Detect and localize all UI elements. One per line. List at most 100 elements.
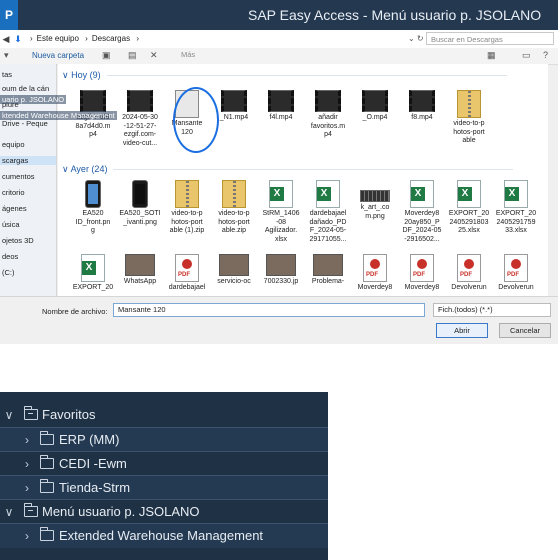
file-item[interactable]: video-to-p hotos-port able (1).zip [164, 180, 210, 236]
file-item[interactable]: video-to-p hotos-port able.zip [211, 180, 257, 236]
file-item[interactable]: f8.mp4 [399, 90, 445, 123]
file-item[interactable]: WhatsApp [117, 254, 163, 287]
group-header-today[interactable]: ∨ Hoy (9) [62, 70, 507, 81]
file-item[interactable]: k_art_.co m.png [352, 180, 398, 221]
tree-node-ewm[interactable]: › Extended Warehouse Management [0, 523, 328, 548]
tree-node-cedi[interactable]: › CEDI -Ewm [0, 451, 328, 476]
tree-node-erp[interactable]: › ERP (MM) [0, 427, 328, 452]
file-item[interactable]: Moverdey8 20ay850_P DF_2024-05 -2916502.… [399, 180, 445, 244]
file-item[interactable]: añadir favoritos.m p4 [305, 90, 351, 140]
file-name: 2024-05-30 -12-51-27- ezgif.com- video-c… [122, 114, 158, 147]
file-name: Devolverun [498, 284, 534, 291]
pdf-file-icon [457, 254, 481, 282]
file-name: EXPORT_20 [72, 284, 114, 291]
rename-icon[interactable]: ▤ [128, 50, 137, 61]
annotation-circle [173, 87, 219, 153]
file-item[interactable]: EA520 ID_front.pn g [70, 180, 116, 236]
file-item[interactable]: Devolverun [493, 254, 539, 293]
file-item[interactable]: Problema- [305, 254, 351, 287]
refresh-icon[interactable]: ⌄ ↻ [408, 30, 424, 48]
file-item[interactable]: StRM_1406 -08 Agilizador. xlsx [258, 180, 304, 244]
file-item[interactable]: dardebajael [164, 254, 210, 293]
video-file-icon [80, 90, 106, 112]
group-header-yesterday[interactable]: ∨ Ayer (24) [62, 164, 514, 175]
video-file-icon [362, 90, 388, 112]
organize-icon[interactable]: ▾ [4, 50, 9, 61]
file-item[interactable]: dardebajael dañado_PD F_2024-05- 2917105… [305, 180, 351, 244]
chevron-right-icon[interactable]: › [20, 476, 34, 500]
up-arrow-icon[interactable]: ⬇ [12, 34, 24, 45]
file-name: WhatsApp [123, 278, 157, 285]
sap-title-bar: P SAP Easy Access - Menú usuario p. JSOL… [0, 0, 558, 30]
file-name: video-to-p hotos-port able.zip [218, 210, 250, 234]
file-item[interactable]: EXPORT_20 [70, 254, 116, 293]
chevron-down-icon[interactable]: ∨ [2, 403, 16, 427]
nav-item[interactable]: ágenes [2, 204, 27, 213]
file-name: EA520_SOTI _ivanti.png [119, 210, 161, 226]
file-name: servicio-oc [217, 278, 251, 285]
file-name: Devolverun [451, 284, 487, 291]
new-folder-button[interactable]: Nueva carpeta [32, 51, 84, 60]
nav-item[interactable]: (C:) [2, 268, 15, 277]
file-item[interactable]: Devolverun [446, 254, 492, 293]
help-icon[interactable]: ? [543, 50, 548, 60]
file-item[interactable]: EXPORT_20 2405291803 25.xlsx [446, 180, 492, 236]
nav-item[interactable]: critorio [2, 188, 25, 197]
preview-pane-icon[interactable]: ▭ [522, 50, 531, 61]
file-item[interactable]: f4l.mp4 [258, 90, 304, 123]
tree-node-favoritos[interactable]: ∨ Favoritos [0, 403, 328, 427]
file-item[interactable]: _O.mp4 [352, 90, 398, 123]
chevron-right-icon[interactable]: › [20, 452, 34, 476]
file-item[interactable]: Moverdey8 [399, 254, 445, 293]
chevron-down-icon[interactable]: ∨ [2, 500, 16, 524]
breadcrumb-este-equipo[interactable]: Este equipo [37, 34, 79, 43]
zip-file-icon [457, 90, 481, 118]
filename-input[interactable]: Mansante 120 [113, 303, 425, 317]
cancel-button[interactable]: Cancelar [499, 323, 551, 338]
nav-item-descargas[interactable]: scargas [0, 156, 56, 165]
folder-icon [39, 455, 54, 469]
file-item[interactable]: EXPORT_20 2405291759 33.xlsx [493, 180, 539, 236]
nav-item[interactable]: oum de la cán [2, 84, 49, 93]
nav-item[interactable]: deos [2, 252, 18, 261]
file-item[interactable]: servicio-oc [211, 254, 257, 287]
nav-item[interactable]: tas [2, 70, 12, 79]
tree-node-user-menu[interactable]: ∨ Menú usuario p. JSOLANO [0, 499, 328, 524]
file-list: ∨ Hoy (9) ezgif-7-6f6 8a7d4d0.m p42024-0… [58, 64, 548, 296]
file-item[interactable]: Moverdey8 [352, 254, 398, 293]
xl-file-icon [81, 254, 105, 282]
tree-label: Tienda-Strm [59, 480, 131, 495]
file-item[interactable]: EA520_SOTI _ivanti.png [117, 180, 163, 227]
nav-item[interactable]: ojetos 3D [2, 236, 34, 245]
dialog-footer: Nombre de archivo: Mansante 120 Fich.(to… [0, 296, 558, 344]
file-name: EXPORT_20 2405291759 33.xlsx [495, 210, 537, 234]
file-item[interactable]: video-to-p hotos-port able [446, 90, 492, 146]
filetype-select[interactable]: Fich.(todos) (*.*) [433, 303, 551, 317]
pic-file-icon [219, 254, 249, 276]
nav-item[interactable]: equipo [2, 140, 25, 149]
file-name: añadir favoritos.m p4 [310, 114, 346, 138]
breadcrumb[interactable]: › Este equipo › Descargas › [30, 30, 143, 48]
back-arrow-icon[interactable]: ◀ [0, 34, 12, 45]
nav-item[interactable]: cumentos [2, 172, 35, 181]
breadcrumb-descargas[interactable]: Descargas [92, 34, 130, 43]
pic-file-icon [266, 254, 296, 276]
overlay-user-menu: uario p. JSOLANO [0, 95, 67, 104]
cut-icon[interactable]: ▣ [102, 50, 111, 61]
sap-logo: P [0, 0, 18, 30]
delete-icon[interactable]: ✕ [150, 50, 158, 61]
view-icon[interactable]: ▦ [487, 50, 496, 61]
more-button[interactable]: Más [181, 50, 195, 59]
chevron-right-icon[interactable]: › [20, 428, 34, 452]
file-name: dardebajael dañado_PD F_2024-05- 2917105… [309, 210, 347, 243]
file-item[interactable]: 2024-05-30 -12-51-27- ezgif.com- video-c… [117, 90, 163, 148]
file-name: Moverdey8 [357, 284, 393, 291]
tree-node-tienda[interactable]: › Tienda-Strm [0, 475, 328, 500]
file-item[interactable]: 7002330.jp [258, 254, 304, 287]
open-button[interactable]: Abrir [436, 323, 488, 338]
search-input[interactable]: Buscar en Descargas [426, 32, 554, 45]
nav-item[interactable]: úsica [2, 220, 20, 229]
tree-label: ERP (MM) [59, 432, 120, 447]
pdf-file-icon [410, 254, 434, 282]
chevron-right-icon[interactable]: › [20, 524, 34, 548]
